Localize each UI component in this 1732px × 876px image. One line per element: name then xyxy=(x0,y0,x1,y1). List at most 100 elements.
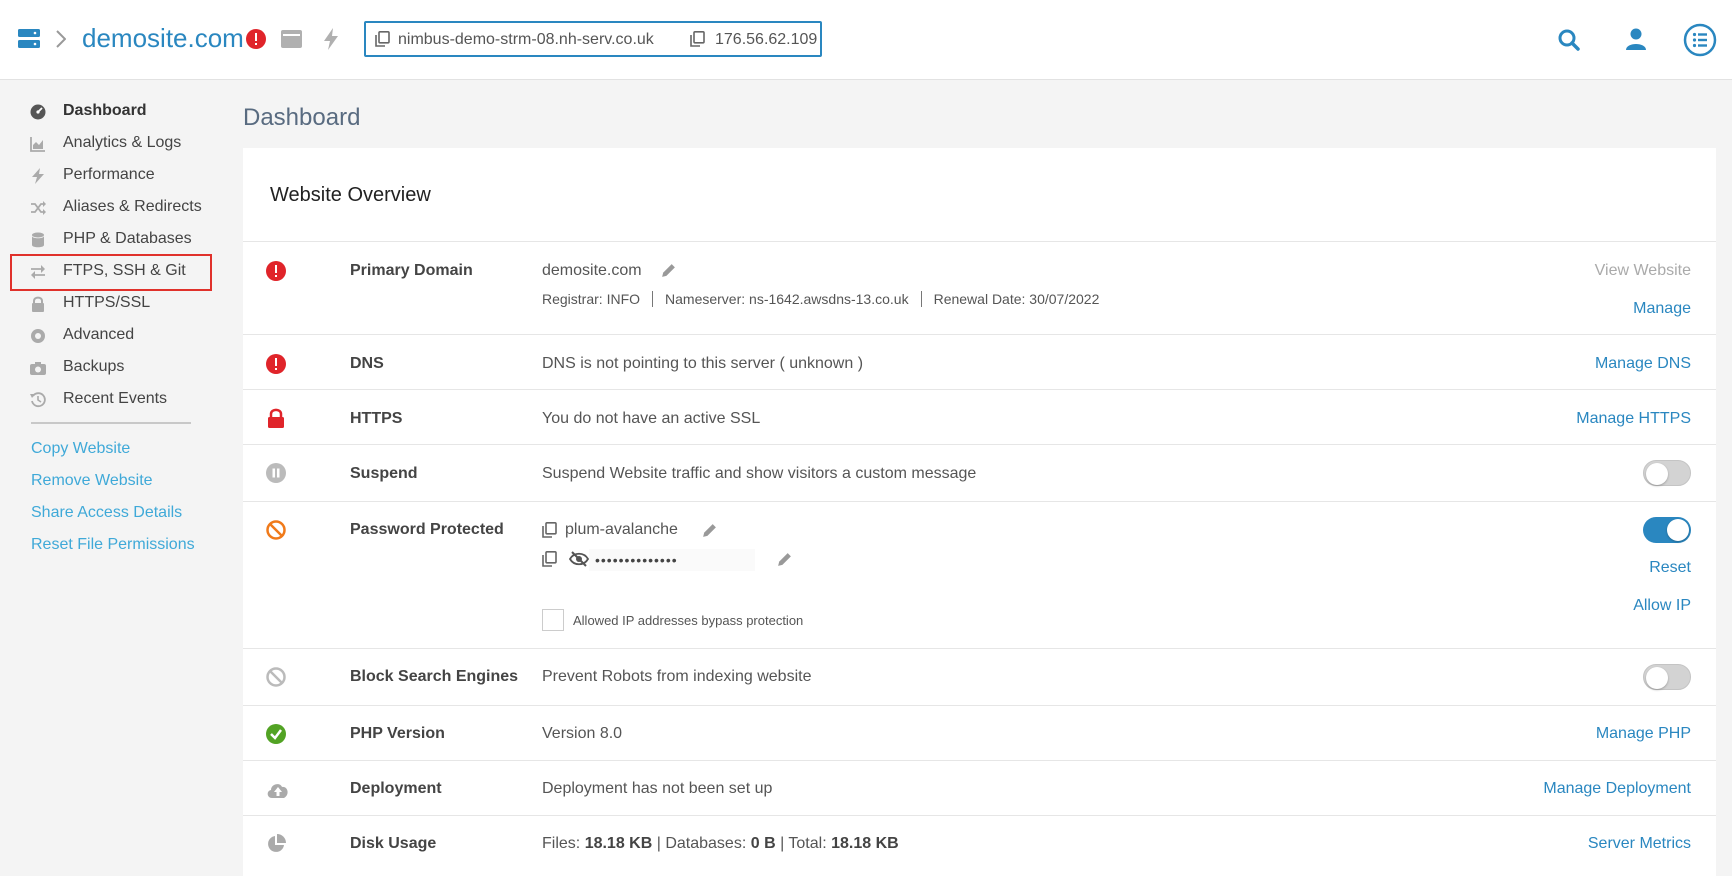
renewal-date: Renewal Date: 30/07/2022 xyxy=(933,291,1100,307)
sidebar-divider xyxy=(31,422,191,424)
sidebar-item-dashboard[interactable]: Dashboard xyxy=(28,98,208,124)
server-hostname[interactable]: nimbus-demo-strm-08.nh-serv.co.uk xyxy=(398,31,654,49)
page-title: Dashboard xyxy=(243,104,361,131)
chart-icon xyxy=(30,137,45,152)
sidebar-item-php-databases[interactable]: PHP & Databases xyxy=(28,226,208,252)
domain-details: Registrar: INFO Nameserver: ns-1642.awsdn… xyxy=(542,291,1099,307)
block-search-toggle[interactable] xyxy=(1643,664,1691,690)
row-divider xyxy=(243,648,1716,649)
sidebar-item-https-ssl[interactable]: HTTPS/SSL xyxy=(28,290,208,316)
top-bar: demosite.com nimbus-demo-strm-08.nh-serv… xyxy=(0,0,1732,80)
manage-https-link[interactable]: Manage HTTPS xyxy=(1576,410,1691,428)
copy-icon[interactable] xyxy=(690,31,705,47)
password-toggle[interactable] xyxy=(1643,517,1691,543)
highlight-box xyxy=(10,254,212,291)
block-search-description: Prevent Robots from indexing website xyxy=(542,668,812,685)
manage-deployment-link[interactable]: Manage Deployment xyxy=(1543,780,1691,798)
files-label: Files: xyxy=(542,835,581,852)
row-label: Suspend xyxy=(350,465,418,482)
history-icon xyxy=(30,392,46,408)
row-label: Block Search Engines xyxy=(350,668,519,685)
copy-icon[interactable] xyxy=(375,31,390,47)
pie-chart-icon xyxy=(268,834,286,852)
list-menu-icon[interactable] xyxy=(1683,23,1717,57)
search-icon[interactable] xyxy=(1558,29,1580,51)
remove-website-link[interactable]: Remove Website xyxy=(31,470,153,492)
row-divider xyxy=(243,705,1716,706)
toggle-knob xyxy=(1646,667,1668,689)
server-ip[interactable]: 176.56.62.109 xyxy=(715,31,817,49)
view-website-link[interactable]: View Website xyxy=(1595,262,1691,280)
server-menu-icon[interactable] xyxy=(18,29,40,49)
advanced-icon xyxy=(31,329,45,343)
manage-dns-link[interactable]: Manage DNS xyxy=(1595,355,1691,373)
allow-ip-link[interactable]: Allow IP xyxy=(1633,597,1691,615)
sidebar-item-aliases[interactable]: Aliases & Redirects xyxy=(28,194,208,220)
row-divider xyxy=(243,241,1716,242)
sidebar-item-analytics[interactable]: Analytics & Logs xyxy=(28,130,208,156)
row-label: HTTPS xyxy=(350,410,403,427)
databases-value: 0 B xyxy=(750,835,776,852)
password-username[interactable]: plum-avalanche xyxy=(565,521,678,539)
bolt-icon[interactable] xyxy=(323,28,339,50)
database-icon xyxy=(32,232,44,248)
dns-status: DNS is not pointing to this server ( unk… xyxy=(542,355,864,372)
reset-password-link[interactable]: Reset xyxy=(1649,559,1691,577)
row-label: PHP Version xyxy=(350,725,445,742)
edit-icon[interactable] xyxy=(701,522,718,539)
chevron-right-icon xyxy=(56,30,66,48)
primary-domain-value: demosite.com xyxy=(542,262,642,279)
website-overview-card: Website Overview Primary Domain demosite… xyxy=(243,148,1716,876)
sidebar-item-recent-events[interactable]: Recent Events xyxy=(28,386,208,412)
databases-label: Databases: xyxy=(665,835,747,852)
row-divider xyxy=(243,815,1716,816)
eye-slash-icon[interactable] xyxy=(569,551,589,567)
row-label: Disk Usage xyxy=(350,835,437,852)
reset-file-permissions-link[interactable]: Reset File Permissions xyxy=(31,534,195,556)
copy-website-link[interactable]: Copy Website xyxy=(31,438,130,460)
dashboard-icon xyxy=(30,104,46,120)
sidebar-item-backups[interactable]: Backups xyxy=(28,354,208,380)
row-label: Password Protected xyxy=(350,521,504,538)
deployment-status: Deployment has not been set up xyxy=(542,780,773,797)
server-address-box: nimbus-demo-strm-08.nh-serv.co.uk 176.56… xyxy=(364,21,822,57)
error-icon xyxy=(266,261,286,281)
server-metrics-link[interactable]: Server Metrics xyxy=(1588,835,1691,853)
hard-drive-icon[interactable] xyxy=(281,30,302,48)
manage-php-link[interactable]: Manage PHP xyxy=(1596,725,1691,743)
share-access-details-link[interactable]: Share Access Details xyxy=(31,502,182,524)
registrar: Registrar: INFO xyxy=(542,291,641,307)
password-mask: •••••••••••••• xyxy=(595,552,678,568)
row-label: DNS xyxy=(350,355,384,372)
row-label: Deployment xyxy=(350,780,442,797)
edit-icon[interactable] xyxy=(660,262,677,279)
cloud-upload-icon xyxy=(267,784,288,798)
row-label: Primary Domain xyxy=(350,262,473,279)
pause-icon xyxy=(266,463,286,483)
row-divider xyxy=(243,334,1716,335)
disk-usage-summary: Files: 18.18 KB | Databases: 0 B | Total… xyxy=(542,835,899,852)
user-icon[interactable] xyxy=(1626,28,1646,50)
site-title[interactable]: demosite.com xyxy=(82,22,244,54)
lock-icon xyxy=(32,296,44,312)
bypass-checkbox-label: Allowed IP addresses bypass protection xyxy=(573,613,804,628)
copy-icon[interactable] xyxy=(542,551,557,567)
lock-icon xyxy=(268,408,284,428)
check-circle-icon xyxy=(266,724,286,744)
manage-domain-link[interactable]: Manage xyxy=(1633,300,1691,318)
copy-icon[interactable] xyxy=(542,522,557,538)
sidebar-item-advanced[interactable]: Advanced xyxy=(28,322,208,348)
suspend-toggle[interactable] xyxy=(1643,460,1691,486)
row-divider xyxy=(243,389,1716,390)
edit-icon[interactable] xyxy=(776,551,793,568)
block-icon xyxy=(266,667,286,687)
shuffle-icon xyxy=(31,201,46,215)
row-divider xyxy=(243,501,1716,502)
error-icon[interactable] xyxy=(246,29,266,49)
https-status: You do not have an active SSL xyxy=(542,410,761,427)
sidebar-item-performance[interactable]: Performance xyxy=(28,162,208,188)
bypass-checkbox[interactable] xyxy=(542,609,564,631)
toggle-knob xyxy=(1667,519,1689,541)
files-value: 18.18 KB xyxy=(584,835,653,852)
bolt-icon xyxy=(32,168,44,184)
